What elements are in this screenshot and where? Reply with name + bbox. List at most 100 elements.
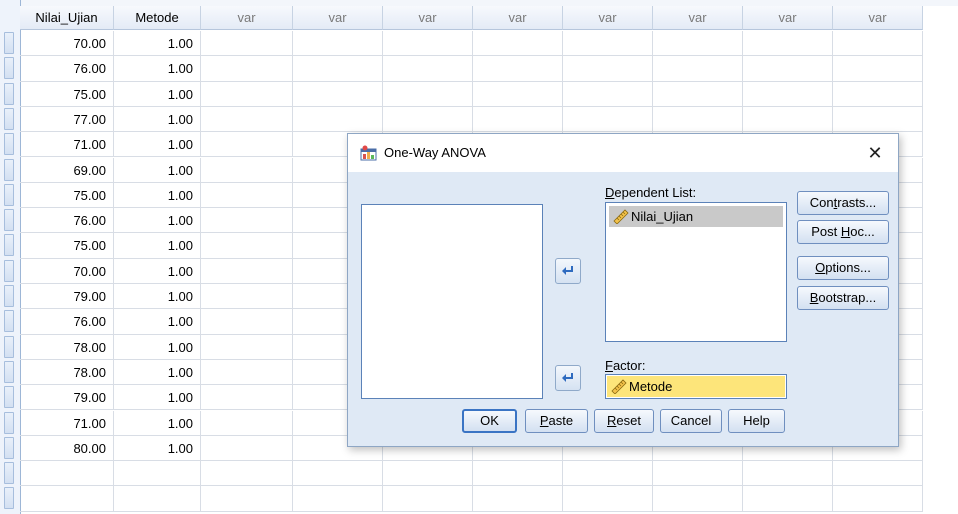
table-cell[interactable] <box>114 486 201 512</box>
table-cell[interactable] <box>653 31 743 57</box>
table-cell[interactable]: 1.00 <box>114 435 201 462</box>
table-cell[interactable]: 1.00 <box>114 309 201 335</box>
table-cell[interactable] <box>833 106 923 133</box>
row-header[interactable] <box>4 209 14 232</box>
table-cell[interactable] <box>201 334 293 360</box>
table-cell[interactable]: 1.00 <box>114 359 201 386</box>
table-cell[interactable] <box>201 309 293 335</box>
row-header[interactable] <box>4 183 14 206</box>
table-cell[interactable] <box>293 486 383 512</box>
table-cell[interactable] <box>20 461 114 487</box>
cancel-button[interactable]: Cancel <box>660 409 722 433</box>
table-cell[interactable] <box>201 157 293 183</box>
row-header[interactable] <box>4 411 14 434</box>
options-button[interactable]: Options... <box>797 256 889 280</box>
row-header[interactable] <box>4 386 14 409</box>
table-cell[interactable] <box>383 81 473 107</box>
close-icon[interactable]: ✕ <box>864 142 886 164</box>
table-cell[interactable]: 1.00 <box>114 31 201 57</box>
table-cell[interactable]: 1.00 <box>114 410 201 436</box>
move-to-factor-button[interactable] <box>555 365 581 391</box>
empty-column-header[interactable]: var <box>833 6 923 30</box>
table-cell[interactable] <box>20 486 114 512</box>
table-cell[interactable] <box>201 31 293 57</box>
table-cell[interactable] <box>743 461 833 487</box>
table-cell[interactable] <box>383 56 473 82</box>
table-cell[interactable] <box>473 56 563 82</box>
table-cell[interactable] <box>201 258 293 284</box>
row-header[interactable] <box>4 57 14 80</box>
empty-column-header[interactable]: var <box>473 6 563 30</box>
table-cell[interactable] <box>201 56 293 82</box>
table-cell[interactable]: 69.00 <box>20 157 114 183</box>
table-cell[interactable] <box>473 31 563 57</box>
table-cell[interactable] <box>833 461 923 487</box>
dependent-list[interactable]: Nilai_Ujian <box>605 202 787 342</box>
table-cell[interactable] <box>473 81 563 107</box>
table-cell[interactable]: 1.00 <box>114 334 201 360</box>
table-cell[interactable] <box>293 461 383 487</box>
ok-button[interactable]: OK <box>462 409 517 433</box>
table-cell[interactable] <box>201 284 293 310</box>
row-header[interactable] <box>4 32 14 54</box>
factor-field[interactable]: Metode <box>605 374 787 399</box>
table-cell[interactable] <box>563 81 653 107</box>
bootstrap-button[interactable]: Bootstrap... <box>797 286 889 310</box>
table-cell[interactable]: 75.00 <box>20 182 114 209</box>
row-header[interactable] <box>4 234 14 257</box>
table-cell[interactable] <box>293 106 383 133</box>
table-cell[interactable]: 76.00 <box>20 309 114 335</box>
row-header[interactable] <box>4 285 14 307</box>
table-cell[interactable]: 1.00 <box>114 81 201 107</box>
table-cell[interactable] <box>383 486 473 512</box>
table-cell[interactable] <box>743 81 833 107</box>
row-header[interactable] <box>4 462 14 485</box>
table-cell[interactable]: 70.00 <box>20 31 114 57</box>
table-cell[interactable] <box>201 410 293 436</box>
table-cell[interactable] <box>563 56 653 82</box>
table-cell[interactable] <box>293 56 383 82</box>
table-cell[interactable] <box>743 56 833 82</box>
empty-column-header[interactable]: var <box>743 6 833 30</box>
table-cell[interactable]: 1.00 <box>114 385 201 411</box>
table-cell[interactable]: 1.00 <box>114 284 201 310</box>
table-cell[interactable] <box>201 233 293 259</box>
table-cell[interactable] <box>293 31 383 57</box>
table-cell[interactable] <box>743 106 833 133</box>
empty-column-header[interactable]: var <box>653 6 743 30</box>
table-cell[interactable] <box>201 359 293 386</box>
row-header[interactable] <box>4 158 14 181</box>
table-cell[interactable] <box>653 81 743 107</box>
table-cell[interactable]: 70.00 <box>20 258 114 284</box>
table-cell[interactable] <box>201 208 293 234</box>
table-cell[interactable]: 1.00 <box>114 182 201 209</box>
table-cell[interactable] <box>653 106 743 133</box>
table-cell[interactable] <box>383 461 473 487</box>
table-cell[interactable] <box>383 106 473 133</box>
table-cell[interactable] <box>473 461 563 487</box>
row-header[interactable] <box>4 360 14 383</box>
table-cell[interactable] <box>201 435 293 462</box>
table-cell[interactable] <box>563 31 653 57</box>
table-cell[interactable]: 76.00 <box>20 56 114 82</box>
table-cell[interactable]: 71.00 <box>20 132 114 158</box>
table-cell[interactable] <box>293 81 383 107</box>
table-cell[interactable] <box>833 486 923 512</box>
table-cell[interactable]: 1.00 <box>114 233 201 259</box>
row-header[interactable] <box>4 310 14 333</box>
source-variable-list[interactable] <box>361 204 543 399</box>
row-header[interactable] <box>4 107 14 130</box>
table-cell[interactable] <box>833 31 923 57</box>
table-cell[interactable] <box>563 106 653 133</box>
row-header[interactable] <box>4 335 14 358</box>
table-cell[interactable] <box>563 461 653 487</box>
row-header[interactable] <box>4 487 14 510</box>
table-cell[interactable]: 1.00 <box>114 56 201 82</box>
table-cell[interactable] <box>201 132 293 158</box>
table-cell[interactable]: 77.00 <box>20 106 114 133</box>
move-to-dependent-button[interactable] <box>555 258 581 284</box>
table-cell[interactable] <box>743 31 833 57</box>
table-cell[interactable]: 79.00 <box>20 284 114 310</box>
table-cell[interactable] <box>383 31 473 57</box>
dependent-list-item[interactable]: Nilai_Ujian <box>609 206 783 227</box>
